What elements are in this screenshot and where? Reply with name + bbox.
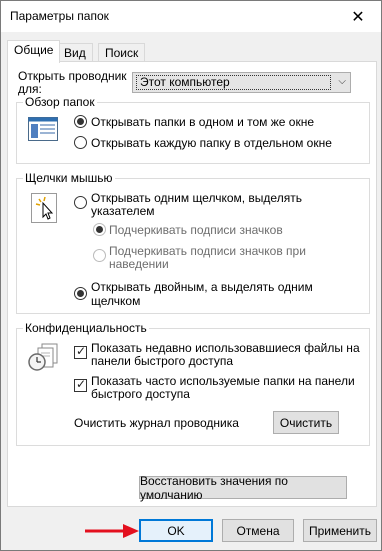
recent-files-label-line1[interactable]: Показать недавно использовавшиеся файлы … — [91, 341, 360, 355]
browse-folders-title: Обзор папок — [23, 95, 97, 109]
tab-search[interactable]: Поиск — [98, 43, 146, 62]
close-icon: ✕ — [351, 8, 365, 26]
checkbox-frequent-folders[interactable] — [74, 377, 87, 392]
restore-defaults-button[interactable]: Восстановить значения по умолчанию — [139, 474, 347, 502]
clear-history-button[interactable]: Очистить — [273, 411, 339, 434]
click-items-group: Щелчки мышью Открывать одним щелчком, вы… — [16, 171, 370, 314]
apply-button[interactable]: Применить — [303, 519, 377, 542]
general-tab-panel: Открыть проводник для: Этот компьютер ⌵ … — [7, 61, 377, 507]
checkbox-recent-files[interactable] — [74, 344, 87, 359]
folder-options-window: Параметры папок ✕ Общие Вид Поиск Открыт… — [0, 0, 382, 551]
clear-history-label: Очистить журнал проводника — [74, 416, 239, 430]
radio-new-window[interactable] — [74, 136, 87, 149]
red-arrow-annotation — [85, 524, 139, 538]
privacy-title: Конфиденциальность — [23, 321, 149, 335]
radio-same-window[interactable] — [74, 115, 87, 128]
click-items-title: Щелчки мышью — [23, 171, 115, 185]
underline-always-label[interactable]: Подчеркивать подписи значков — [109, 223, 283, 237]
single-click-label-line2[interactable]: указателем — [91, 204, 155, 218]
double-click-label-line2[interactable]: щелчком — [91, 294, 140, 308]
single-click-label-line1[interactable]: Открывать одним щелчком, выделять — [91, 191, 302, 205]
recent-files-label-line2[interactable]: панели быстрого доступа — [91, 354, 233, 368]
close-button[interactable]: ✕ — [335, 1, 381, 32]
ok-button[interactable]: OK — [139, 519, 213, 542]
frequent-folders-label-line1[interactable]: Показать часто используемые папки на пан… — [91, 374, 355, 388]
double-click-label-line1[interactable]: Открывать двойным, а выделять одним — [91, 280, 313, 294]
cancel-button[interactable]: Отмена — [222, 519, 294, 542]
tab-view[interactable]: Вид — [57, 43, 93, 62]
chevron-down-icon: ⌵ — [338, 76, 346, 87]
clock-documents-icon — [28, 343, 58, 371]
underline-hover-label-line2[interactable]: наведении — [109, 257, 169, 271]
open-explorer-select[interactable]: Этот компьютер ⌵ — [132, 72, 351, 93]
tab-general[interactable]: Общие — [7, 40, 61, 63]
radio-single-click[interactable] — [74, 196, 87, 209]
radio-same-window-label[interactable]: Открывать папки в одном и том же окне — [91, 115, 314, 129]
title-bar: Параметры папок ✕ — [1, 1, 381, 32]
radio-underline-always[interactable] — [93, 223, 106, 236]
mouse-click-icon — [31, 193, 57, 223]
privacy-group: Конфиденциальность Показать недавно испо… — [16, 321, 370, 446]
underline-hover-label-line1[interactable]: Подчеркивать подписи значков при — [109, 244, 306, 258]
radio-new-window-label[interactable]: Открывать каждую папку в отдельном окне — [91, 136, 332, 150]
frequent-folders-label-line2[interactable]: быстрого доступа — [91, 387, 190, 401]
open-explorer-selected-value: Этот компьютер — [136, 75, 331, 90]
radio-underline-hover[interactable] — [93, 249, 106, 262]
window-title: Параметры папок — [10, 9, 109, 23]
radio-double-click[interactable] — [74, 287, 87, 300]
browse-folders-group: Обзор папок Открывать папки в одном и то… — [16, 95, 370, 164]
open-explorer-label-line1: Открыть проводник — [18, 69, 127, 83]
window-icon — [28, 117, 58, 141]
open-explorer-label-line2: для: — [18, 82, 42, 96]
